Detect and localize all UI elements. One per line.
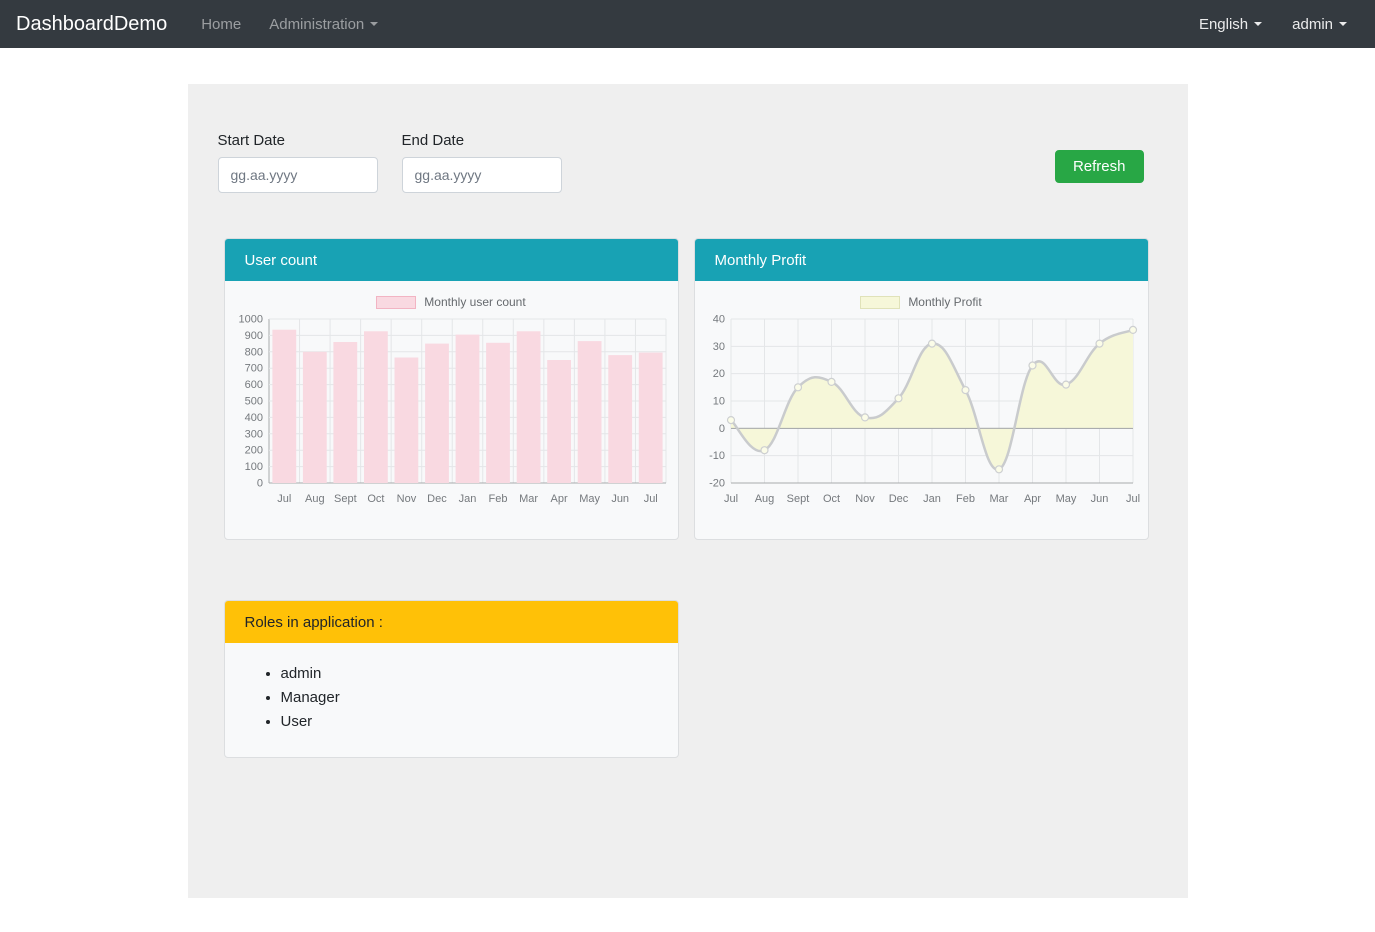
- svg-text:Mar: Mar: [519, 493, 538, 505]
- legend-swatch-yellow: [860, 296, 900, 309]
- user-count-panel-header: User count: [225, 239, 678, 281]
- user-count-legend: Monthly user count: [233, 295, 670, 309]
- roles-list-item: Manager: [281, 689, 658, 706]
- svg-text:100: 100: [244, 461, 262, 473]
- start-date-label: Start Date: [218, 132, 378, 149]
- svg-text:Jul: Jul: [643, 493, 657, 505]
- svg-text:Sept: Sept: [786, 493, 809, 505]
- nav-item-home[interactable]: Home: [189, 8, 253, 41]
- svg-text:1000: 1000: [238, 314, 262, 326]
- nav-item-language[interactable]: English: [1187, 8, 1274, 41]
- svg-text:Jun: Jun: [611, 493, 629, 505]
- monthly-profit-panel-body: Monthly Profit Jul Aug Sept Oct Nov Dec Jan Feb…: [695, 281, 1148, 539]
- end-date-input[interactable]: [402, 157, 562, 193]
- svg-text:600: 600: [244, 379, 262, 391]
- svg-text:0: 0: [718, 423, 724, 435]
- roles-list: admin Manager User: [245, 665, 658, 730]
- start-date-input[interactable]: [218, 157, 378, 193]
- svg-text:900: 900: [244, 330, 262, 342]
- monthly-profit-line-chart: Jul Aug Sept Oct Nov Dec Jan Feb Mar Apr May Jun Jul…: [703, 313, 1142, 511]
- svg-text:300: 300: [244, 428, 262, 440]
- svg-text:Feb: Feb: [956, 493, 975, 505]
- svg-text:Oct: Oct: [367, 493, 384, 505]
- legend-label: Monthly Profit: [908, 295, 981, 309]
- roles-list-item: User: [281, 713, 658, 730]
- nav-item-language-label: English: [1199, 16, 1248, 33]
- svg-text:700: 700: [244, 363, 262, 375]
- main-container: Start Date End Date Refresh User count M…: [188, 84, 1188, 898]
- svg-text:Sept: Sept: [334, 493, 357, 505]
- svg-text:Jul: Jul: [723, 493, 737, 505]
- end-date-group: End Date: [402, 132, 562, 193]
- caret-down-icon: [370, 22, 378, 26]
- svg-text:Dec: Dec: [888, 493, 908, 505]
- brand[interactable]: DashboardDemo: [16, 13, 167, 36]
- svg-text:Jan: Jan: [923, 493, 941, 505]
- roles-list-item: admin: [281, 665, 658, 682]
- end-date-label: End Date: [402, 132, 562, 149]
- svg-text:May: May: [1055, 493, 1076, 505]
- svg-text:Apr: Apr: [1023, 493, 1040, 505]
- svg-text:500: 500: [244, 396, 262, 408]
- roles-panel-body: admin Manager User: [225, 643, 678, 757]
- user-count-panel: User count Monthly user count Jul Aug Sept…: [224, 238, 679, 540]
- svg-text:Apr: Apr: [550, 493, 567, 505]
- svg-text:Mar: Mar: [989, 493, 1008, 505]
- svg-text:Aug: Aug: [754, 493, 774, 505]
- nav-item-user-label: admin: [1292, 16, 1333, 33]
- svg-text:Feb: Feb: [488, 493, 507, 505]
- roles-panel: Roles in application : admin Manager Use…: [224, 600, 679, 758]
- svg-text:200: 200: [244, 445, 262, 457]
- nav-item-administration-label: Administration: [269, 16, 364, 33]
- svg-text:Jul: Jul: [277, 493, 291, 505]
- navbar: DashboardDemo Home Administration Englis…: [0, 0, 1375, 48]
- svg-text:-10: -10: [709, 450, 725, 462]
- nav-item-administration[interactable]: Administration: [257, 8, 390, 41]
- user-count-bar-chart: Jul Aug Sept Oct Nov Dec Jan Feb Mar Apr May Jun Jul…: [233, 313, 672, 511]
- svg-text:Jan: Jan: [458, 493, 476, 505]
- svg-text:0: 0: [256, 478, 262, 490]
- svg-text:Nov: Nov: [855, 493, 875, 505]
- svg-text:Jun: Jun: [1090, 493, 1108, 505]
- roles-row: Roles in application : admin Manager Use…: [224, 600, 1152, 758]
- svg-text:-20: -20: [709, 478, 725, 490]
- charts-row: User count Monthly user count Jul Aug Sept…: [224, 238, 1152, 540]
- svg-text:400: 400: [244, 412, 262, 424]
- monthly-profit-panel-header: Monthly Profit: [695, 239, 1148, 281]
- caret-down-icon: [1254, 22, 1262, 26]
- svg-text:Oct: Oct: [822, 493, 839, 505]
- navbar-left-menu: Home Administration: [189, 8, 390, 41]
- filter-row: Start Date End Date Refresh: [224, 132, 1152, 193]
- svg-text:May: May: [579, 493, 600, 505]
- nav-item-home-label: Home: [201, 16, 241, 33]
- svg-text:20: 20: [712, 368, 724, 380]
- user-count-panel-body: Monthly user count Jul Aug Sept Oct Nov Dec Ja…: [225, 281, 678, 539]
- svg-text:10: 10: [712, 396, 724, 408]
- navbar-right-menu: English admin: [1187, 8, 1359, 41]
- svg-text:Jul: Jul: [1125, 493, 1139, 505]
- svg-text:Dec: Dec: [427, 493, 447, 505]
- legend-swatch-pink: [376, 296, 416, 309]
- svg-text:Nov: Nov: [396, 493, 416, 505]
- refresh-button[interactable]: Refresh: [1055, 150, 1144, 183]
- nav-item-user[interactable]: admin: [1280, 8, 1359, 41]
- start-date-group: Start Date: [218, 132, 378, 193]
- legend-label: Monthly user count: [424, 295, 525, 309]
- monthly-profit-legend: Monthly Profit: [703, 295, 1140, 309]
- svg-text:40: 40: [712, 314, 724, 326]
- caret-down-icon: [1339, 22, 1347, 26]
- monthly-profit-panel: Monthly Profit Monthly Profit Jul Aug Sept…: [694, 238, 1149, 540]
- roles-panel-header: Roles in application :: [225, 601, 678, 643]
- svg-text:Aug: Aug: [305, 493, 325, 505]
- svg-text:800: 800: [244, 346, 262, 358]
- svg-text:30: 30: [712, 341, 724, 353]
